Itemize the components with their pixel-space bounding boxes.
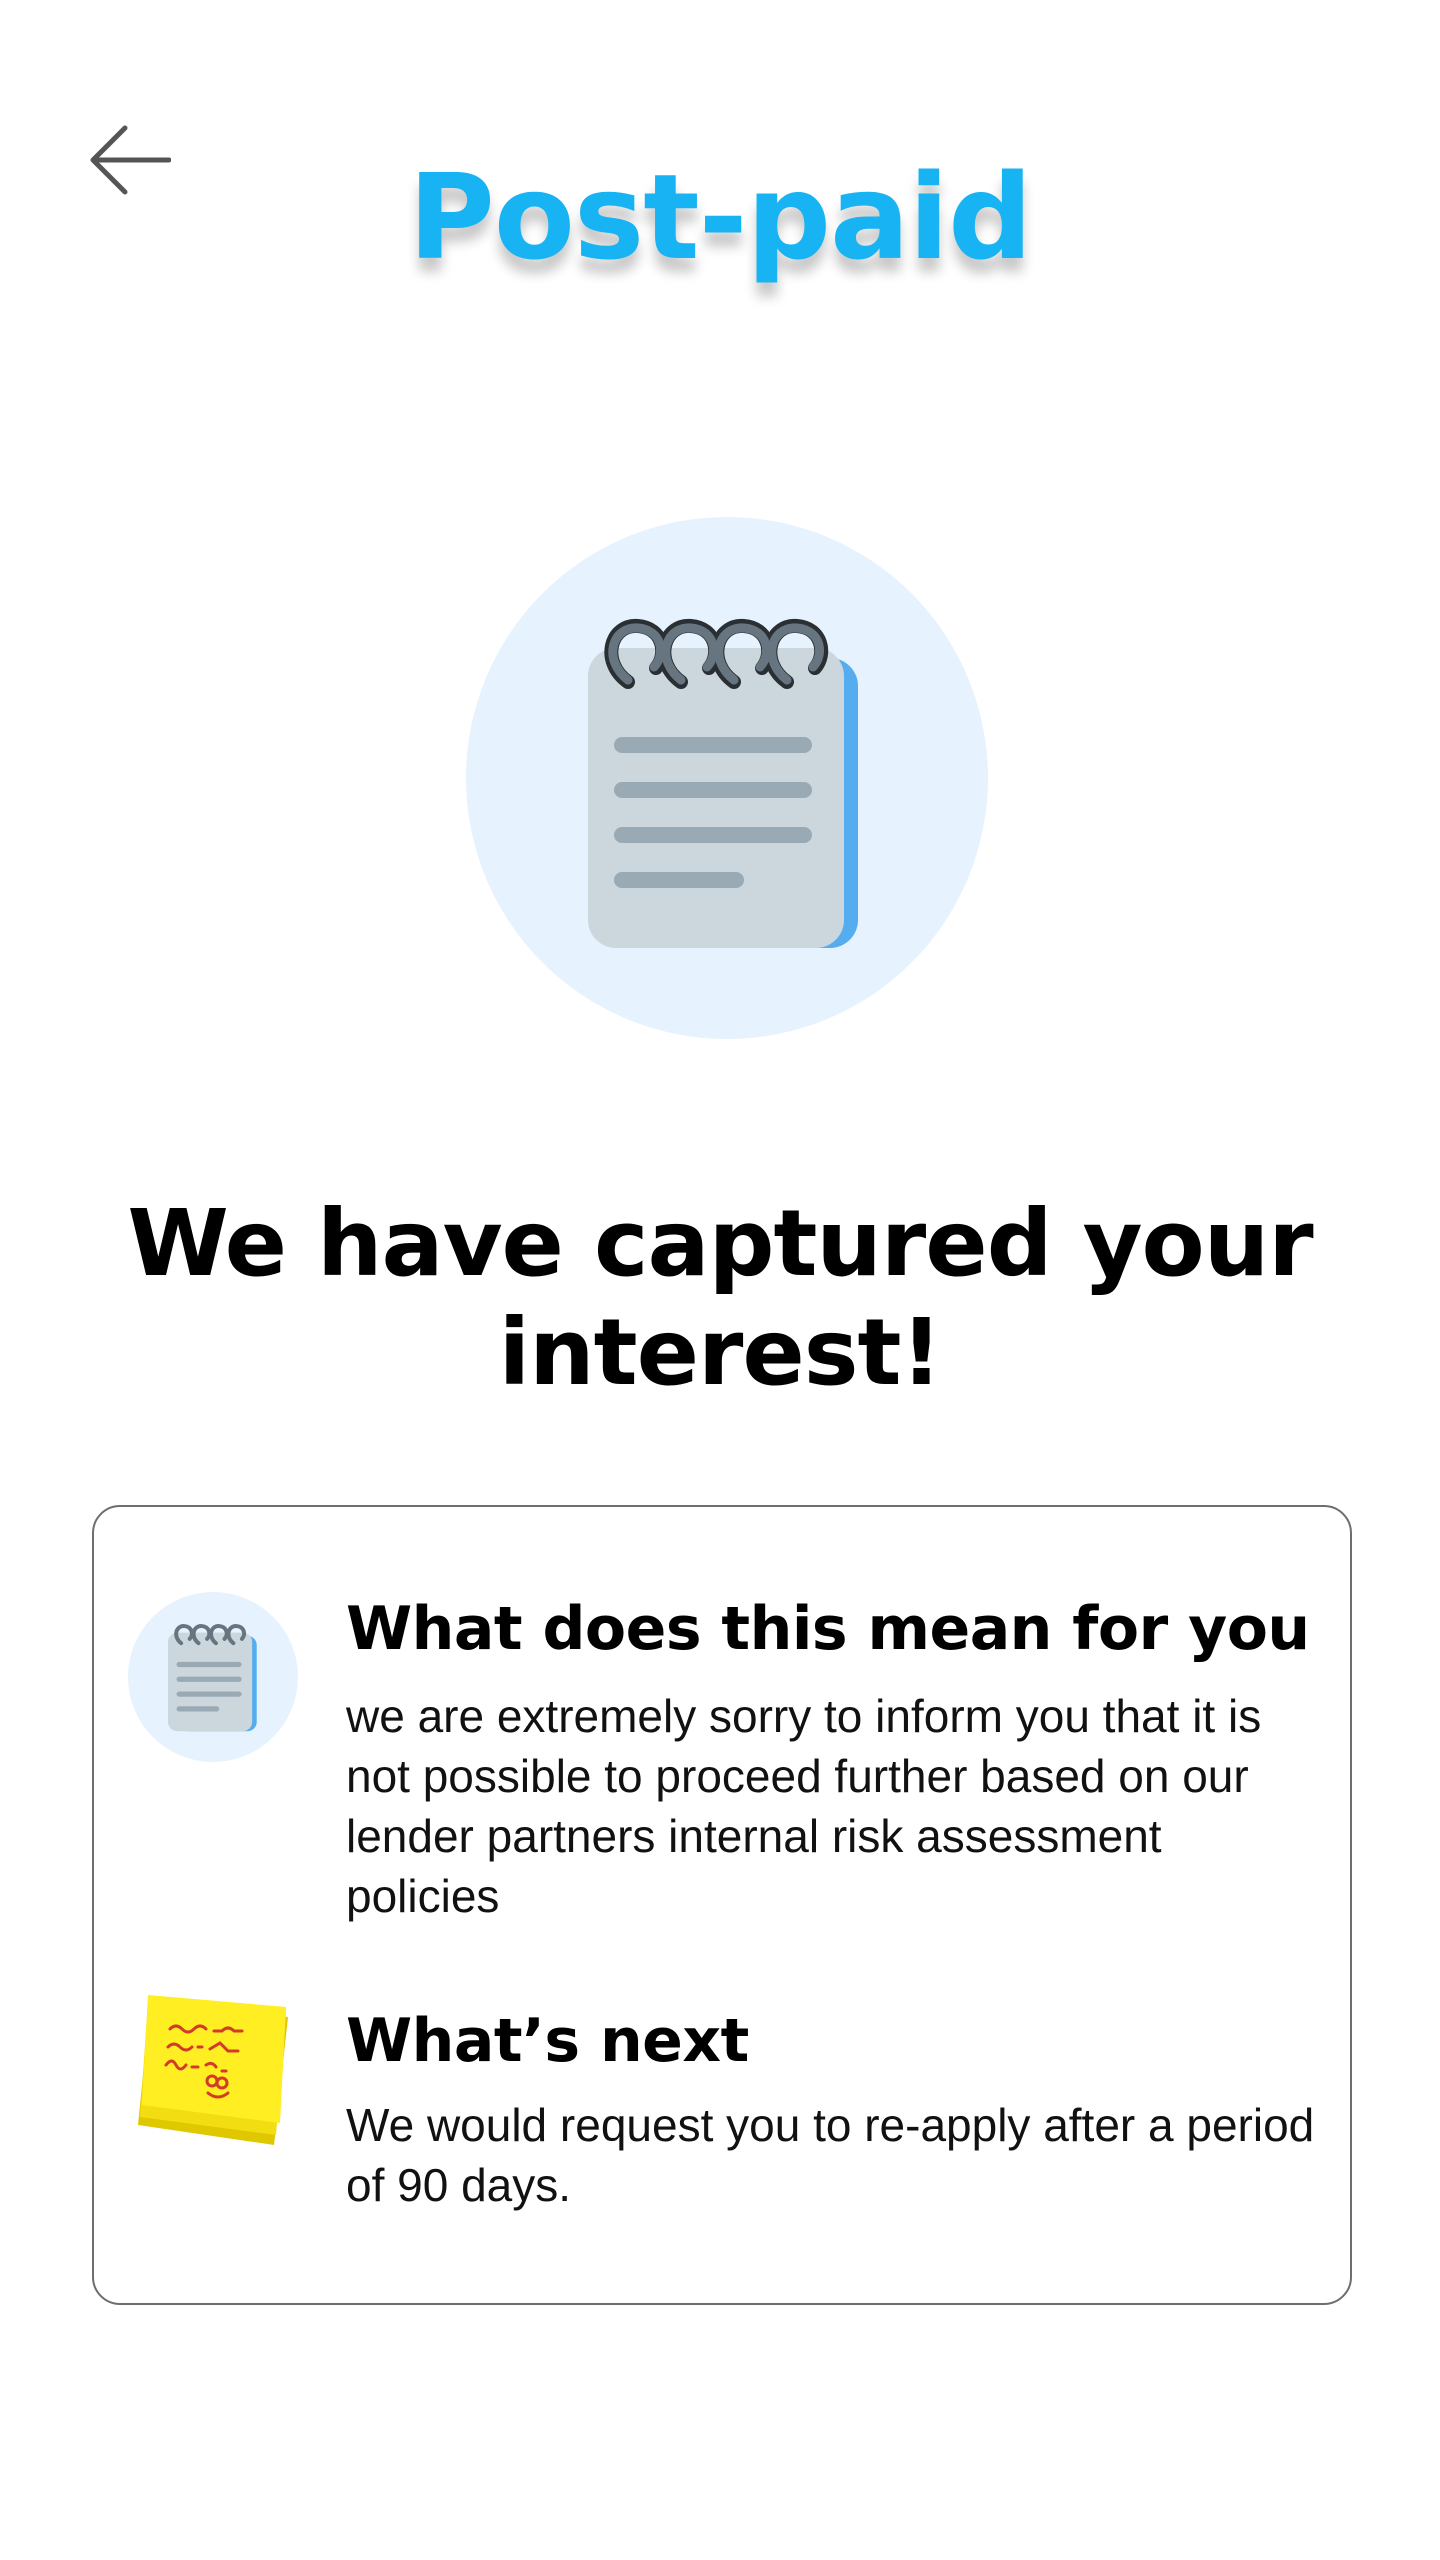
section-title-meaning: What does this mean for you (346, 1594, 1310, 1664)
headline: We have captured your interest! (127, 1190, 1313, 1406)
notepad-icon (588, 619, 858, 948)
section-body-meaning: we are extremely sorry to inform you tha… (346, 1690, 1262, 1922)
notepad-icon (168, 1624, 257, 1732)
section-title-next: What’s next (346, 2006, 749, 2076)
section-body-next: We would request you to re-apply after a… (346, 2099, 1315, 2211)
page-title: Post-paid (408, 148, 1032, 286)
sticky-note-icon (138, 1995, 288, 2145)
